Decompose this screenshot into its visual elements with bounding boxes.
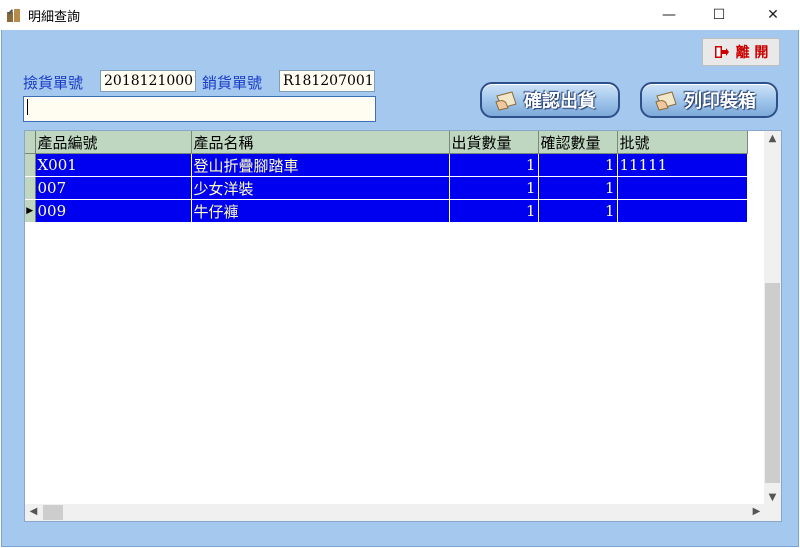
scrollbar-corner bbox=[764, 504, 781, 521]
cell-name[interactable]: 牛仔褲 bbox=[191, 199, 450, 223]
close-icon: ✕ bbox=[767, 7, 779, 23]
horizontal-scroll-thumb[interactable] bbox=[43, 505, 63, 520]
title-bar: 明細查詢 — ☐ ✕ bbox=[0, 0, 800, 30]
cell-ship-qty[interactable]: 1 bbox=[449, 199, 539, 223]
close-button[interactable]: ✕ bbox=[750, 0, 796, 30]
maximize-button[interactable]: ☐ bbox=[696, 0, 742, 30]
scroll-up-icon[interactable]: ▲ bbox=[764, 133, 781, 144]
cell-name[interactable]: 登山折疊腳踏車 bbox=[191, 153, 450, 177]
column-header-ship-qty[interactable]: 出貨數量 bbox=[449, 131, 539, 154]
cell-code[interactable]: X001 bbox=[35, 153, 192, 177]
vertical-scroll-thumb[interactable] bbox=[765, 283, 780, 483]
minimize-icon: — bbox=[662, 7, 676, 23]
grid-header-row: 產品編號 產品名稱 出貨數量 確認數量 批號 bbox=[25, 131, 748, 154]
cell-code[interactable]: 009 bbox=[35, 199, 192, 223]
window-title: 明細查詢 bbox=[28, 10, 81, 25]
print-packing-button[interactable]: 列印裝箱 bbox=[640, 82, 778, 118]
cell-batch[interactable] bbox=[617, 199, 748, 223]
row-selector[interactable] bbox=[25, 153, 36, 177]
column-header-code[interactable]: 產品編號 bbox=[35, 131, 192, 154]
cell-ship-qty[interactable]: 1 bbox=[449, 176, 539, 200]
scroll-down-icon[interactable]: ▼ bbox=[764, 492, 781, 503]
cell-batch[interactable]: 11111 bbox=[617, 153, 748, 177]
table-row[interactable]: X001 登山折疊腳踏車 1 1 11111 bbox=[25, 153, 748, 177]
print-packing-label: 列印裝箱 bbox=[684, 91, 756, 112]
confirm-shipment-label: 確認出貨 bbox=[524, 91, 596, 112]
text-cursor bbox=[27, 99, 28, 115]
cell-name[interactable]: 少女洋裝 bbox=[191, 176, 450, 200]
cell-code[interactable]: 007 bbox=[35, 176, 192, 200]
column-header-name[interactable]: 產品名稱 bbox=[191, 131, 450, 154]
exit-label: 離 開 bbox=[735, 45, 769, 61]
current-row-indicator[interactable]: ▶ bbox=[25, 199, 36, 223]
app-icon bbox=[7, 9, 20, 22]
exit-button[interactable]: 離 開 bbox=[702, 38, 780, 66]
maximize-icon: ☐ bbox=[712, 7, 726, 23]
table-row[interactable]: ▶ 009 牛仔褲 1 1 bbox=[25, 199, 748, 223]
grid-table: 產品編號 產品名稱 出貨數量 確認數量 批號 X001 登山折疊腳踏車 1 1 … bbox=[25, 131, 748, 223]
minimize-button[interactable]: — bbox=[646, 0, 692, 30]
cell-confirm-qty[interactable]: 1 bbox=[538, 153, 618, 177]
pick-no-field[interactable]: 20181210001 bbox=[100, 70, 196, 92]
sales-no-field[interactable]: R181207001 bbox=[279, 70, 375, 92]
row-selector[interactable] bbox=[25, 176, 36, 200]
cell-ship-qty[interactable]: 1 bbox=[449, 153, 539, 177]
cell-confirm-qty[interactable]: 1 bbox=[538, 176, 618, 200]
confirm-shipment-button[interactable]: 確認出貨 bbox=[480, 82, 620, 118]
cell-batch[interactable] bbox=[617, 176, 748, 200]
hand-paper-icon bbox=[655, 91, 677, 111]
vertical-scrollbar[interactable]: ▲ ▼ bbox=[764, 131, 781, 505]
row-selector-header bbox=[25, 131, 36, 154]
scroll-right-icon[interactable]: ▶ bbox=[748, 506, 765, 517]
table-row[interactable]: 007 少女洋裝 1 1 bbox=[25, 176, 748, 200]
detail-grid[interactable]: 產品編號 產品名稱 出貨數量 確認數量 批號 X001 登山折疊腳踏車 1 1 … bbox=[24, 130, 782, 522]
exit-door-icon bbox=[714, 46, 729, 58]
barcode-input[interactable] bbox=[23, 96, 376, 122]
pick-no-label: 撿貨單號 bbox=[23, 74, 84, 92]
sales-no-label: 銷貨單號 bbox=[202, 74, 263, 92]
scroll-left-icon[interactable]: ◀ bbox=[25, 506, 42, 517]
column-header-confirm-qty[interactable]: 確認數量 bbox=[538, 131, 618, 154]
horizontal-scrollbar[interactable]: ◀ ▶ bbox=[25, 504, 765, 521]
cell-confirm-qty[interactable]: 1 bbox=[538, 199, 618, 223]
column-header-batch[interactable]: 批號 bbox=[617, 131, 748, 154]
hand-paper-icon bbox=[495, 91, 517, 111]
